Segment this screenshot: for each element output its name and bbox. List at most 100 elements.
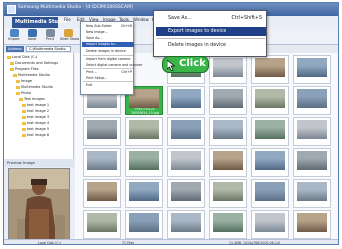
save-button[interactable]: Save bbox=[24, 29, 40, 44]
address-field[interactable]: C:\Multimedia Studio bbox=[26, 46, 71, 52]
folder-icon bbox=[22, 121, 26, 125]
menu-separator bbox=[83, 68, 133, 69]
file-menu-item[interactable]: Save As... bbox=[82, 36, 134, 41]
file-menu-item[interactable]: Import images to... bbox=[82, 42, 134, 47]
file-menu: New Sub-Folder Ctrl+N New Image... Save As.… bbox=[80, 21, 142, 95]
import-button[interactable]: Import bbox=[6, 29, 22, 44]
status-info: 11.4MB, 1024x768(2005-06-14) bbox=[229, 241, 281, 245]
thumbnail[interactable] bbox=[83, 179, 121, 208]
file-menu-item[interactable]: New Image... bbox=[82, 30, 134, 35]
thumbnail-image bbox=[255, 213, 285, 232]
menu-separator bbox=[157, 38, 265, 39]
folder-icon bbox=[10, 61, 14, 65]
thumbnail[interactable] bbox=[83, 117, 121, 146]
save-icon bbox=[27, 29, 37, 37]
status-bar: Local Disk (C:) 71 Files 11.4MB, 1024x76… bbox=[4, 239, 338, 245]
thumbnail-image bbox=[213, 213, 243, 232]
thumbnail[interactable] bbox=[209, 179, 247, 208]
folder-icon bbox=[16, 91, 20, 95]
folder-icon bbox=[10, 67, 14, 71]
tree-item[interactable]: test image 6 bbox=[22, 133, 49, 139]
menu-separator bbox=[83, 55, 133, 56]
folder-icon bbox=[22, 133, 26, 137]
status-drive: Local Disk (C:) bbox=[38, 241, 61, 245]
thumbnail[interactable] bbox=[209, 148, 247, 177]
thumbnail-image bbox=[171, 151, 201, 170]
thumbnail-image bbox=[297, 120, 327, 139]
thumbnail[interactable] bbox=[209, 210, 247, 239]
submenu-item[interactable]: Save As... Ctrl+Shift+S bbox=[156, 14, 266, 23]
menu-shortcut: Ctrl+N bbox=[120, 24, 132, 28]
thumbnail-image bbox=[255, 182, 285, 201]
file-menu-item[interactable]: New Sub-Folder Ctrl+N bbox=[82, 24, 134, 29]
thumbnail-image bbox=[297, 151, 327, 170]
import-icon bbox=[9, 29, 19, 37]
thumbnail[interactable] bbox=[167, 86, 205, 115]
thumbnail-image bbox=[129, 182, 159, 201]
menu-window[interactable]: Window bbox=[133, 17, 149, 22]
thumbnail[interactable] bbox=[251, 55, 289, 84]
thumbnail-image bbox=[129, 151, 159, 170]
thumbnail[interactable] bbox=[293, 55, 331, 84]
thumbnail[interactable] bbox=[83, 210, 121, 239]
thumbnail[interactable] bbox=[251, 117, 289, 146]
thumbnail[interactable] bbox=[251, 86, 289, 115]
thumbnail[interactable] bbox=[167, 210, 205, 239]
slideshow-button[interactable]: Slide Show bbox=[60, 29, 79, 44]
status-count: 71 Files bbox=[122, 241, 135, 245]
thumbnail[interactable] bbox=[125, 179, 163, 208]
thumbnail-caption: PHOTOS12S 20050614_15.jpg bbox=[131, 108, 159, 115]
thumbnail[interactable] bbox=[293, 117, 331, 146]
thumbnail-image bbox=[255, 89, 285, 108]
menu-file[interactable]: File bbox=[64, 17, 71, 22]
thumbnail-image bbox=[129, 213, 159, 232]
thumbnail[interactable] bbox=[167, 117, 205, 146]
folder-icon bbox=[13, 73, 17, 77]
thumbnail[interactable] bbox=[125, 117, 163, 146]
folder-icon bbox=[7, 55, 11, 59]
thumbnail[interactable] bbox=[251, 179, 289, 208]
app-logo: Multimedia Studio bbox=[12, 17, 67, 28]
folder-icon bbox=[22, 115, 26, 119]
thumbnail-image bbox=[171, 182, 201, 201]
file-menu-item[interactable]: Print... Ctrl+P bbox=[82, 70, 134, 75]
slideshow-icon bbox=[63, 29, 73, 37]
thumbnail-image bbox=[171, 89, 201, 108]
submenu-item[interactable]: Delete images in device bbox=[156, 41, 266, 50]
thumbnail[interactable] bbox=[209, 55, 247, 84]
folder-icon bbox=[22, 103, 26, 107]
thumbnail[interactable] bbox=[251, 148, 289, 177]
thumbnail-image bbox=[213, 58, 243, 77]
preview-image bbox=[8, 168, 70, 240]
file-menu-item[interactable]: Exit bbox=[82, 83, 134, 88]
thumbnail[interactable] bbox=[125, 148, 163, 177]
menu-shortcut: Ctrl+P bbox=[121, 70, 132, 74]
thumbnail[interactable] bbox=[293, 148, 331, 177]
file-menu-item[interactable]: Delete images in device bbox=[82, 49, 134, 54]
thumbnail[interactable] bbox=[167, 179, 205, 208]
thumbnail[interactable] bbox=[251, 210, 289, 239]
thumbnail-image bbox=[213, 151, 243, 170]
print-button[interactable]: Print bbox=[42, 29, 58, 44]
thumbnail[interactable] bbox=[293, 179, 331, 208]
thumbnail-image bbox=[87, 213, 117, 232]
thumbnail[interactable] bbox=[83, 148, 121, 177]
thumbnail-image bbox=[297, 58, 327, 77]
submenu-item[interactable]: Export images to device bbox=[156, 27, 266, 36]
thumbnail-image bbox=[87, 120, 117, 139]
folder-icon bbox=[22, 109, 26, 113]
thumbnail-image bbox=[297, 89, 327, 108]
thumbnail[interactable] bbox=[209, 117, 247, 146]
thumbnail-image bbox=[297, 213, 327, 232]
thumbnail[interactable] bbox=[125, 210, 163, 239]
thumbnail[interactable] bbox=[167, 148, 205, 177]
thumbnail[interactable] bbox=[209, 86, 247, 115]
thumbnail[interactable] bbox=[293, 86, 331, 115]
app-icon bbox=[7, 5, 16, 14]
thumbnail[interactable] bbox=[293, 210, 331, 239]
thumbnail-image bbox=[255, 120, 285, 139]
file-menu-item[interactable]: Import from digital camera bbox=[82, 57, 134, 62]
thumbnail-image bbox=[255, 151, 285, 170]
folder-icon bbox=[16, 85, 20, 89]
folder-icon bbox=[19, 97, 23, 101]
